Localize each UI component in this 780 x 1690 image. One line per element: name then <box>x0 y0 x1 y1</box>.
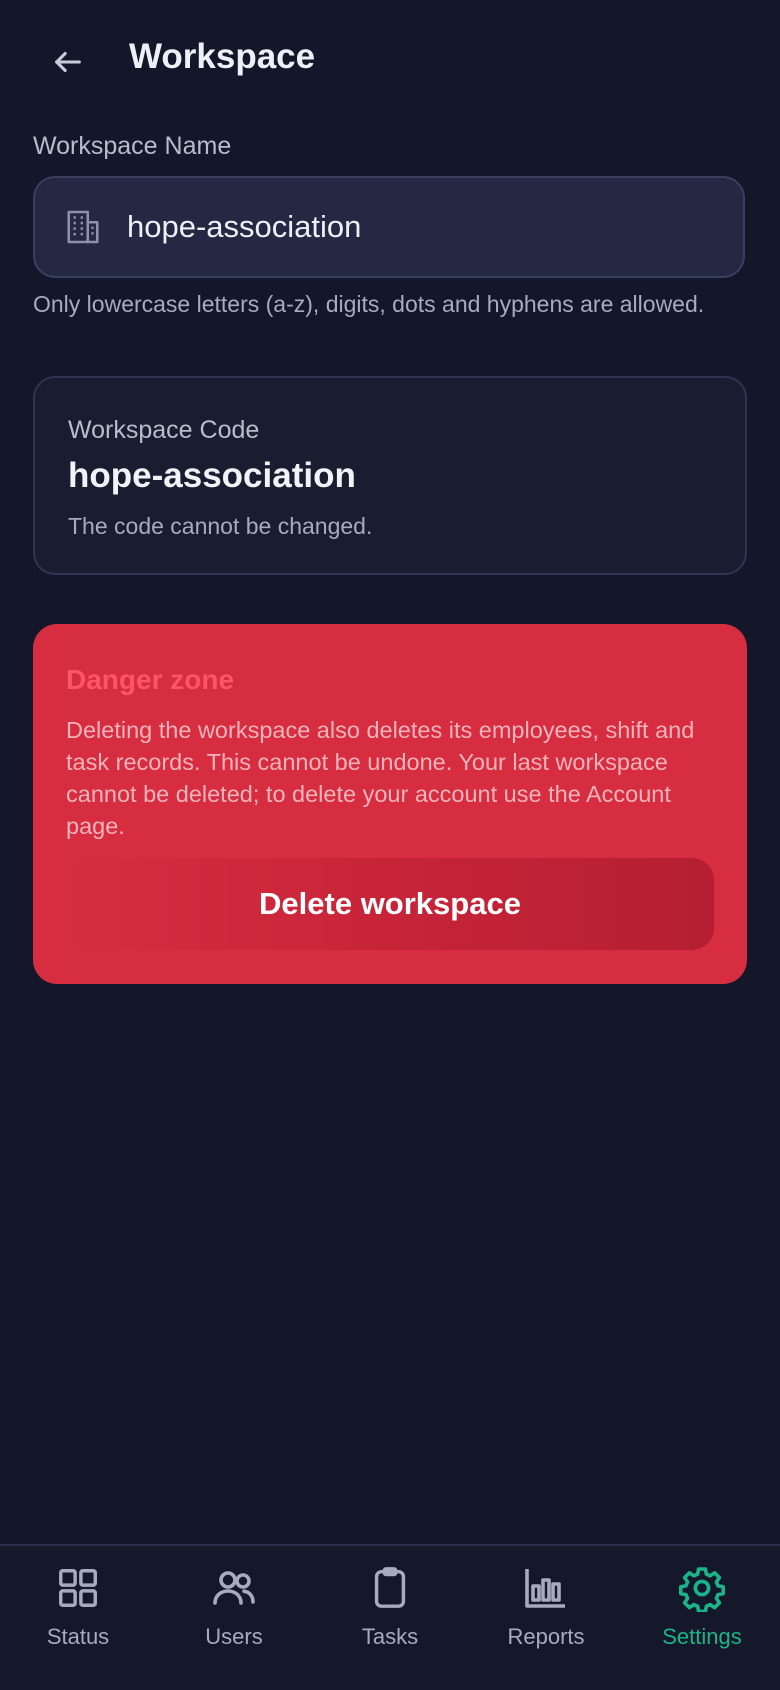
nav-item-tasks[interactable]: Tasks <box>312 1546 468 1690</box>
bottom-nav: Status Users Tasks Reports Settings <box>0 1544 780 1690</box>
workspace-code-label: Workspace Code <box>68 416 260 444</box>
bar-chart-icon <box>520 1562 572 1614</box>
building-icon <box>63 207 103 247</box>
workspace-code-note: The code cannot be changed. <box>68 513 373 539</box>
workspace-code-card: Workspace Code hope-association The code… <box>33 376 747 575</box>
gear-icon <box>676 1562 728 1614</box>
workspace-name-input[interactable] <box>125 208 743 246</box>
nav-label-tasks: Tasks <box>361 1624 419 1649</box>
workspace-name-label: Workspace Name <box>33 132 232 160</box>
nav-item-settings[interactable]: Settings <box>624 1546 780 1690</box>
users-icon <box>208 1562 260 1614</box>
back-button[interactable] <box>44 38 92 86</box>
nav-label-reports: Reports <box>507 1624 585 1649</box>
danger-zone-title: Danger zone <box>66 664 235 695</box>
danger-zone-card: Danger zone Deleting the workspace also … <box>33 624 747 984</box>
workspace-name-hint: Only lowercase letters (a-z), digits, do… <box>33 291 705 317</box>
delete-workspace-button[interactable]: Delete workspace <box>66 858 714 950</box>
clipboard-icon <box>364 1562 416 1614</box>
page-title: Workspace <box>129 37 316 76</box>
grid-icon <box>52 1562 104 1614</box>
nav-item-reports[interactable]: Reports <box>468 1546 624 1690</box>
danger-zone-description: Deleting the workspace also deletes its … <box>66 717 695 839</box>
arrow-left-icon <box>55 51 81 73</box>
nav-item-status[interactable]: Status <box>0 1546 156 1690</box>
nav-item-users[interactable]: Users <box>156 1546 312 1690</box>
header: Workspace <box>0 0 780 120</box>
workspace-code-value: hope-association <box>68 456 356 495</box>
nav-label-settings: Settings <box>662 1624 742 1649</box>
nav-label-status: Status <box>46 1624 110 1649</box>
workspace-name-field[interactable] <box>33 176 745 278</box>
nav-label-users: Users <box>205 1624 263 1649</box>
